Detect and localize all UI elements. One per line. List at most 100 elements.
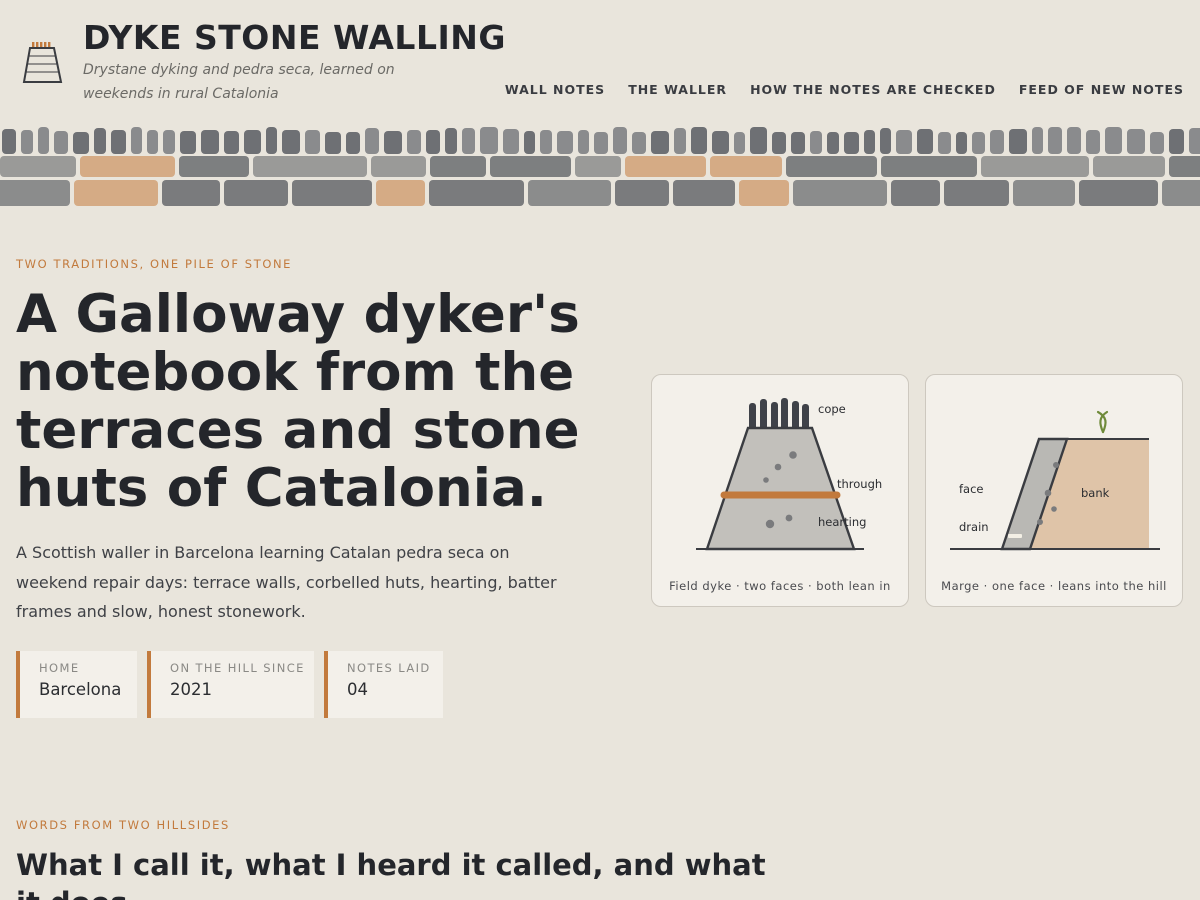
cope-stone: [734, 132, 745, 154]
label-through: through: [837, 477, 882, 491]
wall-stone: [1013, 180, 1075, 206]
cope-stone: [1067, 127, 1081, 154]
stat-label: HOME: [39, 661, 80, 675]
wall-stone: [625, 156, 706, 177]
wall-stone: [0, 156, 76, 177]
cope-stone: [503, 129, 519, 154]
cope-stone: [1048, 127, 1062, 154]
cope-stone: [445, 128, 457, 154]
cope-stone: [524, 131, 535, 154]
field-dyke-diagram-card: cope through hearting Field dyke · two f…: [651, 374, 909, 607]
cope-stone: [844, 132, 859, 154]
cope-stone: [1086, 130, 1100, 154]
site-title[interactable]: DYKE STONE WALLING: [83, 18, 506, 57]
label-hearting: hearting: [818, 515, 866, 529]
cope-stone: [2, 129, 16, 154]
nav-link-the-waller[interactable]: THE WALLER: [628, 82, 727, 97]
main-nav: WALL NOTES THE WALLER HOW THE NOTES ARE …: [505, 82, 1184, 97]
wall-stone: [371, 156, 426, 177]
cope-stone: [651, 131, 669, 154]
cope-stone: [384, 131, 402, 154]
cope-stone: [325, 132, 341, 154]
cope-stone: [578, 130, 589, 154]
wall-stone: [292, 180, 372, 206]
stat-value: 2021: [170, 680, 212, 699]
cope-stone: [972, 132, 985, 154]
cope-stone: [557, 131, 573, 154]
cope-stone: [131, 127, 142, 154]
cope-stone: [827, 132, 839, 154]
wall-stone: [1093, 156, 1165, 177]
wall-stone: [224, 180, 288, 206]
marge-caption: Marge · one face · leans into the hill: [941, 579, 1167, 593]
label-cope: cope: [818, 402, 846, 416]
wall-stone: [376, 180, 425, 206]
marge-diagram: face drain bank: [950, 410, 1160, 551]
wall-stone: [673, 180, 735, 206]
cope-stone: [938, 132, 951, 154]
cope-stone: [956, 132, 967, 154]
cope-stone: [1169, 129, 1184, 154]
label-bank: bank: [1081, 486, 1110, 500]
hero-title: A Galloway dyker's notebook from the ter…: [16, 284, 580, 519]
wall-stone: [981, 156, 1089, 177]
cope-stone: [540, 130, 552, 154]
label-face: face: [959, 482, 984, 496]
cope-stone: [1150, 132, 1164, 154]
cope-stone: [365, 128, 379, 154]
cope-stone: [480, 127, 498, 154]
cope-stone: [38, 127, 49, 154]
wall-stone: [490, 156, 571, 177]
drain-outlet: [1008, 534, 1022, 538]
cope-stone: [163, 130, 175, 154]
cope-stone: [1127, 129, 1145, 154]
cope-stone: [750, 127, 767, 154]
wall-stone: [74, 180, 158, 206]
cope-stone: [462, 128, 475, 154]
wall-stone: [1079, 180, 1158, 206]
wall-section-icon[interactable]: [22, 40, 64, 84]
nav-link-how-checked[interactable]: HOW THE NOTES ARE CHECKED: [750, 82, 996, 97]
cope-stone: [896, 130, 912, 154]
wall-stone: [739, 180, 789, 206]
wall-stone: [528, 180, 611, 206]
wall-stone: [793, 180, 887, 206]
cope-stone: [201, 130, 219, 154]
wall-stone: [162, 180, 220, 206]
cope-stone: [111, 130, 126, 154]
cope-stone: [1189, 128, 1200, 154]
wall-stone: [575, 156, 621, 177]
stat-value: Barcelona: [39, 680, 122, 699]
wall-stone: [253, 156, 367, 177]
cope-stone: [594, 132, 608, 154]
wall-stone: [430, 156, 486, 177]
hero-intro: A Scottish waller in Barcelona learning …: [16, 543, 557, 621]
label-drain: drain: [959, 520, 989, 534]
nav-link-wall-notes[interactable]: WALL NOTES: [505, 82, 605, 97]
cope-stone: [632, 132, 646, 154]
cope-stone: [180, 131, 196, 154]
stat-notes: NOTES LAID 04: [324, 651, 443, 718]
cope-stone: [426, 130, 440, 154]
cope-stone: [305, 130, 320, 154]
stat-since: ON THE HILL SINCE 2021: [147, 651, 314, 718]
cope-stone: [1105, 127, 1122, 154]
wall-stone: [710, 156, 782, 177]
cope-stone: [21, 130, 33, 154]
cope-stone: [1032, 127, 1043, 154]
cope-stone: [674, 128, 686, 154]
cope-stone: [244, 130, 261, 154]
wall-stone: [891, 180, 940, 206]
wall-stone: [0, 180, 70, 206]
stats-row: HOME Barcelona ON THE HILL SINCE 2021 NO…: [16, 651, 443, 718]
wall-stone: [944, 180, 1009, 206]
nav-link-feed[interactable]: FEED OF NEW NOTES: [1019, 82, 1184, 97]
wall-stone: [881, 156, 977, 177]
hero-eyebrow: TWO TRADITIONS, ONE PILE OF STONE: [16, 257, 293, 271]
cope-stone: [880, 128, 891, 154]
wall-stone: [1162, 180, 1200, 206]
wall-stone: [1169, 156, 1200, 177]
plant-sprout-icon: [1096, 410, 1109, 434]
glossary-title: What I call it, what I heard it called, …: [16, 848, 766, 900]
wall-stone: [179, 156, 249, 177]
